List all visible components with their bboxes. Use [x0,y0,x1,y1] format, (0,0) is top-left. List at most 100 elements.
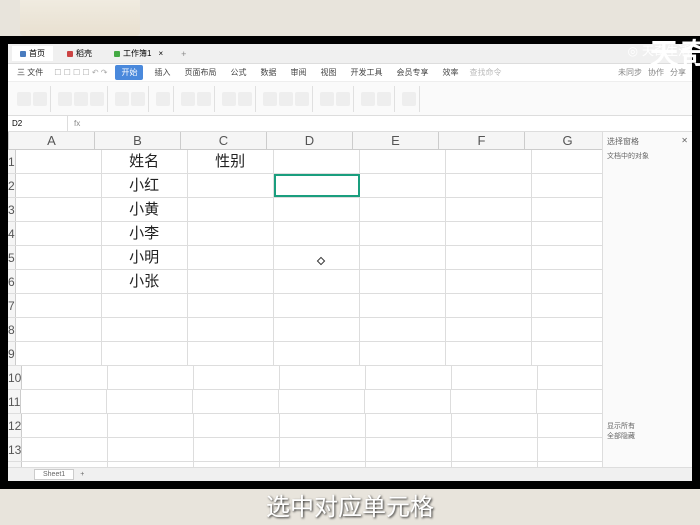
cell-C4[interactable] [188,222,274,245]
cell-G1[interactable] [532,150,602,173]
cell-C2[interactable] [188,174,274,197]
cell-D13[interactable] [280,438,366,461]
cell-D5[interactable] [274,246,360,269]
cell-G13[interactable] [538,438,602,461]
spreadsheet-grid[interactable]: A B C D E F G 1姓名性别2小红3小黄4小李5小明6小张789101… [8,132,602,467]
new-tab-button[interactable]: + [177,49,190,59]
cell-C3[interactable] [188,198,274,221]
cond-button[interactable] [222,92,236,106]
row-header[interactable]: 7 [8,294,16,317]
cell-B4[interactable]: 小李 [102,222,188,245]
cell-A8[interactable] [16,318,102,341]
cell-E9[interactable] [360,342,446,365]
cell-B12[interactable] [108,414,194,437]
cell-B7[interactable] [102,294,188,317]
sheet-button[interactable] [361,92,375,106]
menu-dev[interactable]: 开发工具 [347,66,385,79]
cell-F14[interactable] [452,462,538,467]
number-button[interactable] [197,92,211,106]
menu-review[interactable]: 审阅 [287,66,309,79]
cell-G7[interactable] [532,294,602,317]
row-header[interactable]: 8 [8,318,16,341]
cell-C5[interactable] [188,246,274,269]
cell-B6[interactable]: 小张 [102,270,188,293]
fx-label[interactable]: fx [68,119,86,128]
cell-G12[interactable] [538,414,602,437]
cell-B11[interactable] [107,390,193,413]
cell-G4[interactable] [532,222,602,245]
cell-F13[interactable] [452,438,538,461]
cell-F4[interactable] [446,222,532,245]
col-C[interactable]: C [181,132,267,149]
fill-button[interactable] [320,92,334,106]
cell-B13[interactable] [108,438,194,461]
new-sheet-button[interactable]: + [80,471,84,478]
cell-C12[interactable] [194,414,280,437]
cell-B8[interactable] [102,318,188,341]
cell-A2[interactable] [16,174,102,197]
row-header[interactable]: 5 [8,246,16,269]
cell-F10[interactable] [452,366,538,389]
row-header[interactable]: 3 [8,198,16,221]
cell-E12[interactable] [366,414,452,437]
cell-D11[interactable] [279,390,365,413]
cell-F6[interactable] [446,270,532,293]
row-header[interactable]: 10 [8,366,22,389]
cell-E8[interactable] [360,318,446,341]
cell-B2[interactable]: 小红 [102,174,188,197]
cell-D10[interactable] [280,366,366,389]
cell-C6[interactable] [188,270,274,293]
row-header[interactable]: 4 [8,222,16,245]
cell-G5[interactable] [532,246,602,269]
sort-button[interactable] [295,92,309,106]
cell-B14[interactable] [108,462,194,467]
close-icon[interactable]: ✕ [681,136,688,145]
cell-D3[interactable] [274,198,360,221]
cell-G8[interactable] [532,318,602,341]
cell-F8[interactable] [446,318,532,341]
tab-workbook[interactable]: 工作簿1× [106,46,171,61]
cell-F9[interactable] [446,342,532,365]
menu-formula[interactable]: 公式 [227,66,249,79]
cell-B5[interactable]: 小明 [102,246,188,269]
cell-E5[interactable] [360,246,446,269]
cell-E6[interactable] [360,270,446,293]
cell-E10[interactable] [366,366,452,389]
row-header[interactable]: 12 [8,414,22,437]
tab-docer[interactable]: 稻壳 [59,46,100,61]
cell-E3[interactable] [360,198,446,221]
cut-button[interactable] [33,92,47,106]
cell-G14[interactable] [538,462,602,467]
row-header[interactable]: 6 [8,270,16,293]
cell-A6[interactable] [16,270,102,293]
cell-B1[interactable]: 姓名 [102,150,188,173]
cell-C13[interactable] [194,438,280,461]
menu-layout[interactable]: 页面布局 [181,66,219,79]
search-input[interactable]: 查找命令 [469,67,501,78]
cell-G11[interactable] [537,390,602,413]
cell-E1[interactable] [360,150,446,173]
cell-G6[interactable] [532,270,602,293]
hide-all-button[interactable]: 全部隐藏 [607,431,688,441]
cell-E7[interactable] [360,294,446,317]
cell-C9[interactable] [188,342,274,365]
col-A[interactable]: A [9,132,95,149]
cell-F5[interactable] [446,246,532,269]
col-B[interactable]: B [95,132,181,149]
cell-A3[interactable] [16,198,102,221]
cell-A14[interactable] [22,462,108,467]
cell-A5[interactable] [16,246,102,269]
col-F[interactable]: F [439,132,525,149]
cell-D2[interactable] [274,174,360,197]
cell-F7[interactable] [446,294,532,317]
close-icon[interactable]: × [158,49,163,58]
cell-A13[interactable] [22,438,108,461]
cell-B3[interactable]: 小黄 [102,198,188,221]
cell-C14[interactable] [194,462,280,467]
sync-status[interactable]: 未同步 [618,67,642,78]
cell-D14[interactable] [280,462,366,467]
cell-D12[interactable] [280,414,366,437]
cell-B10[interactable] [108,366,194,389]
paste-button[interactable] [17,92,31,106]
row-button[interactable] [336,92,350,106]
